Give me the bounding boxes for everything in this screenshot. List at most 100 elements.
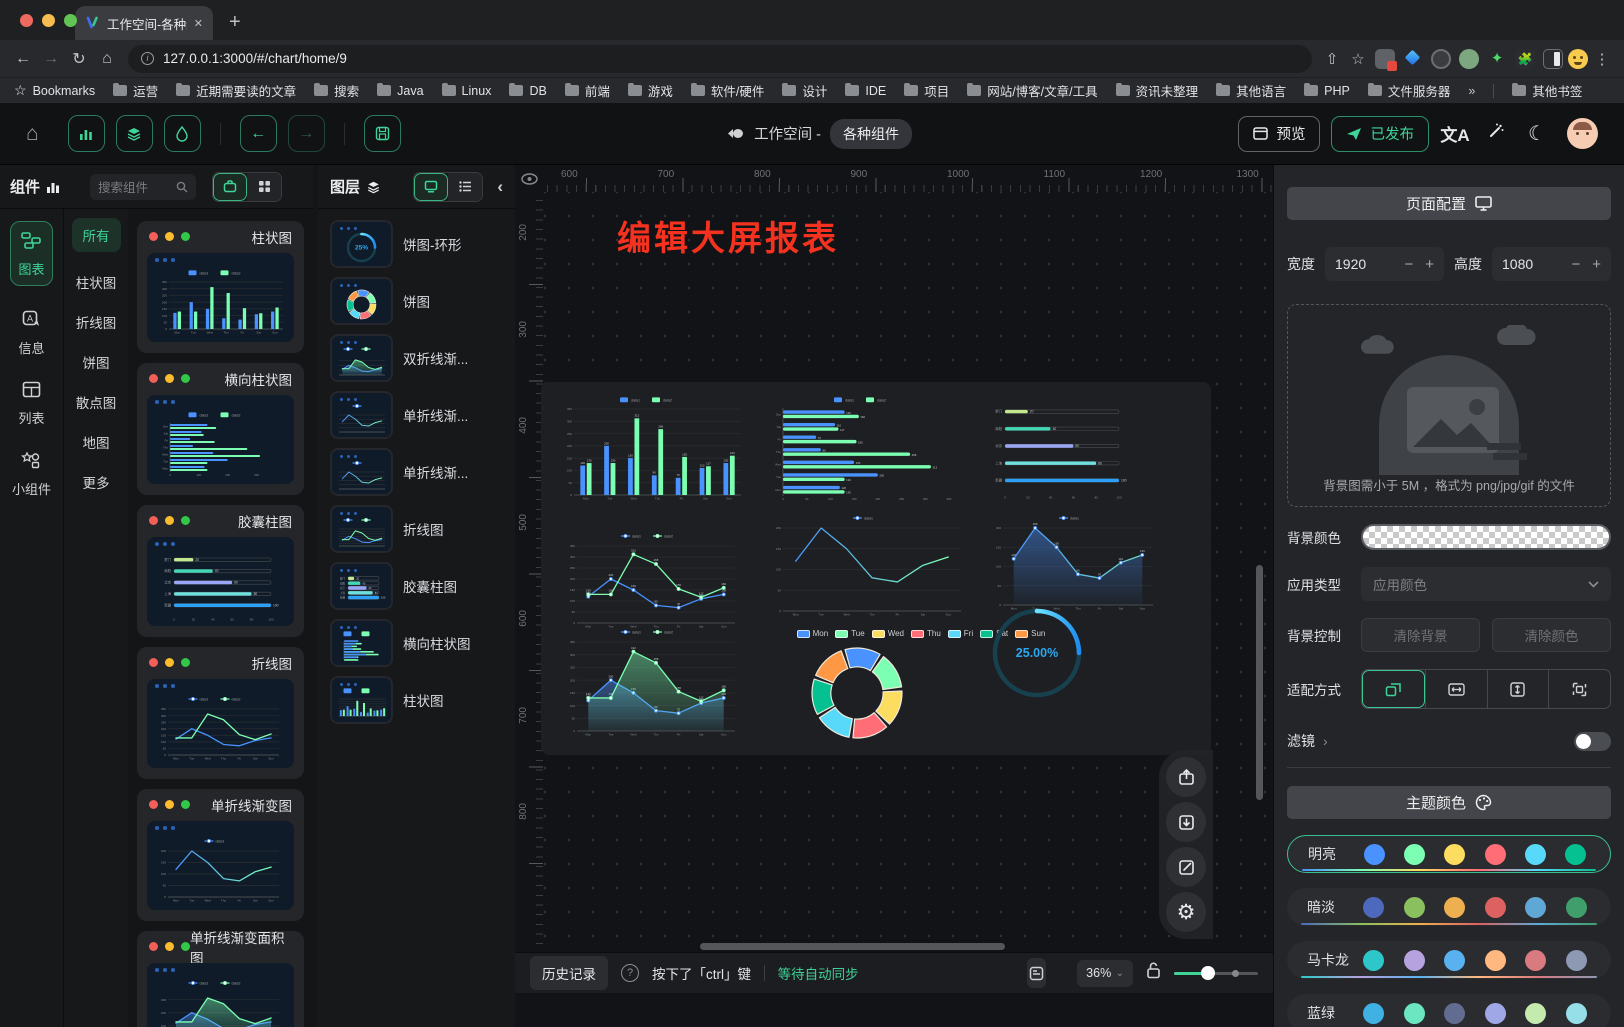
- app-type-select[interactable]: 应用颜色: [1361, 567, 1611, 601]
- bookmark-folder[interactable]: PHP: [1304, 81, 1350, 100]
- increment-icon[interactable]: +: [1592, 256, 1601, 273]
- extension-icon[interactable]: [1403, 49, 1423, 69]
- layer-item[interactable]: 柱状图: [330, 676, 503, 724]
- sidebar-tab-widgets[interactable]: 小组件: [12, 451, 51, 498]
- layer-item[interactable]: 折线图: [330, 505, 503, 553]
- legend-item[interactable]: Wed: [872, 629, 904, 638]
- clear-background-button[interactable]: 清除背景: [1361, 618, 1480, 652]
- sidebar-tab-list[interactable]: 列表: [18, 381, 44, 427]
- bookmark-folder[interactable]: IDE: [845, 81, 886, 100]
- history-button[interactable]: 历史记录: [530, 956, 608, 990]
- theme-row-暗淡[interactable]: 暗淡: [1287, 888, 1611, 926]
- category-item[interactable]: 所有: [72, 218, 121, 252]
- bookmark-folder[interactable]: 软件/硬件: [691, 81, 764, 100]
- legend-item[interactable]: Tue: [835, 629, 865, 638]
- theme-row-蓝绿[interactable]: 蓝绿: [1287, 994, 1611, 1027]
- component-card[interactable]: 单折线渐变面积图data1data20100200300MonTueWedThu…: [137, 931, 304, 1027]
- browser-tab[interactable]: 工作空间-各种组件 ✕: [75, 6, 213, 40]
- user-avatar[interactable]: [1567, 118, 1598, 149]
- tab-close-icon[interactable]: ✕: [194, 17, 203, 30]
- component-library-toggle-button[interactable]: [213, 173, 247, 201]
- list-view-button[interactable]: [448, 173, 482, 201]
- decrement-icon[interactable]: −: [1404, 256, 1413, 273]
- legend-item[interactable]: Fri: [948, 629, 973, 638]
- undo-button[interactable]: ←: [240, 115, 277, 152]
- new-tab-button[interactable]: +: [229, 11, 241, 34]
- sidebar-toggle-icon[interactable]: [1543, 49, 1563, 69]
- bookmark-folder[interactable]: DB: [509, 81, 546, 100]
- dashboard-panel[interactable]: data1data2050100150200250300350MonTueWed…: [541, 382, 1211, 755]
- fit-scale-button[interactable]: [1362, 670, 1425, 708]
- bookmark-folder[interactable]: 资讯未整理: [1116, 81, 1199, 100]
- extension-icon[interactable]: [1375, 49, 1395, 69]
- app-home-icon[interactable]: ⌂: [26, 122, 39, 146]
- sidebar-tab-charts[interactable]: 图表: [10, 221, 52, 286]
- bookmark-folder[interactable]: 项目: [904, 81, 949, 100]
- search-input[interactable]: 搜索组件: [90, 174, 196, 200]
- preview-button[interactable]: 预览: [1238, 116, 1320, 152]
- browser-profile-avatar[interactable]: [1568, 49, 1588, 69]
- theme-row-马卡龙[interactable]: 马卡龙: [1287, 941, 1611, 979]
- details-panel-toggle-button[interactable]: [164, 115, 201, 152]
- single-line-gradient-chart[interactable]: data1050100150200MonTueWedThuFriSatSun: [769, 512, 969, 620]
- close-window-button[interactable]: [20, 14, 33, 27]
- bookmark-folder[interactable]: 游戏: [628, 81, 673, 100]
- dashboard-title-text[interactable]: 编辑大屏报表: [617, 211, 839, 260]
- legend-item[interactable]: Thu: [911, 629, 941, 638]
- puzzle-extensions-icon[interactable]: 🧩: [1515, 49, 1535, 69]
- layer-item[interactable]: 25%饼图-环形: [330, 220, 503, 268]
- dark-mode-moon-icon[interactable]: ☾: [1522, 121, 1552, 146]
- lock-icon[interactable]: [1146, 962, 1161, 984]
- extension-icon[interactable]: [1459, 49, 1479, 69]
- bookmark-folder[interactable]: Java: [377, 81, 423, 100]
- note-panel-button[interactable]: [1027, 958, 1047, 988]
- edit-button[interactable]: [1166, 847, 1206, 887]
- bookmarks-overflow-icon[interactable]: »: [1468, 84, 1475, 98]
- component-card[interactable]: 单折线渐变图data1050100150200MonTueWedThuFriSa…: [137, 789, 304, 921]
- dual-line-area-chart[interactable]: data1data2050100150200250300350MonTueWed…: [563, 626, 743, 740]
- component-card[interactable]: 折线图data1data2050100150200250300350MonTue…: [137, 647, 304, 779]
- increment-icon[interactable]: +: [1425, 256, 1434, 273]
- bookmark-folder[interactable]: Linux: [442, 81, 492, 100]
- component-card[interactable]: 柱状图data1data2050100150200250300350MonTue…: [137, 221, 304, 353]
- magic-wand-icon[interactable]: [1481, 122, 1511, 145]
- category-item[interactable]: 更多: [83, 472, 110, 492]
- layer-item[interactable]: 饼图: [330, 277, 503, 325]
- layer-item[interactable]: 双折线渐...: [330, 334, 503, 382]
- bookmark-folder[interactable]: 近期需要读的文章: [176, 81, 296, 100]
- fit-stretch-button[interactable]: [1548, 670, 1610, 708]
- dual-line-chart[interactable]: data1data2050100150200250300350MonTueWed…: [563, 530, 743, 632]
- legend-item[interactable]: Mon: [797, 629, 829, 638]
- grid-view-toggle-button[interactable]: [247, 173, 281, 201]
- fit-width-button[interactable]: [1425, 670, 1487, 708]
- back-icon[interactable]: ←: [10, 50, 36, 68]
- zoom-slider[interactable]: [1174, 972, 1258, 975]
- bookmarks-manager[interactable]: ☆ Bookmarks: [14, 82, 95, 99]
- layer-item[interactable]: 单折线渐...: [330, 391, 503, 439]
- category-item[interactable]: 饼图: [83, 352, 110, 372]
- components-panel-toggle-button[interactable]: [68, 115, 105, 152]
- vertical-scrollbar[interactable]: [1256, 565, 1263, 800]
- component-card[interactable]: 胶囊柱图厦门20南阳40北京60上海80新疆100020406080100: [137, 505, 304, 637]
- zoom-window-button[interactable]: [64, 14, 77, 27]
- layers-panel-toggle-button[interactable]: [116, 115, 153, 152]
- ring-progress-chart[interactable]: 25.00%: [989, 604, 1085, 702]
- help-icon[interactable]: ?: [621, 964, 639, 982]
- layer-item[interactable]: 横向柱状图: [330, 619, 503, 667]
- chevron-right-icon[interactable]: ›: [1323, 733, 1328, 749]
- window-controls[interactable]: [20, 14, 77, 27]
- category-item[interactable]: 折线图: [76, 312, 117, 332]
- horizontal-scrollbar[interactable]: [700, 943, 1005, 950]
- bookmark-folder[interactable]: 运营: [113, 81, 158, 100]
- background-upload-dropzone[interactable]: 背景图需小于 5M ，格式为 png/jpg/gif 的文件: [1287, 304, 1611, 507]
- site-info-icon[interactable]: i: [141, 52, 154, 65]
- translate-icon[interactable]: 文A: [1440, 121, 1470, 146]
- other-bookmarks[interactable]: 其他书签: [1512, 81, 1582, 100]
- theme-row-明亮[interactable]: 明亮: [1287, 835, 1611, 873]
- reload-icon[interactable]: ↻: [66, 49, 92, 69]
- bg-color-swatch[interactable]: [1361, 524, 1611, 550]
- sidebar-tab-info[interactable]: A信息: [18, 310, 44, 357]
- share-icon[interactable]: ⇧: [1320, 50, 1344, 68]
- single-line-area-chart[interactable]: data1050100150200MonTueWedThuFriSatSun12…: [989, 512, 1161, 614]
- browser-menu-icon[interactable]: ⋮: [1590, 50, 1614, 68]
